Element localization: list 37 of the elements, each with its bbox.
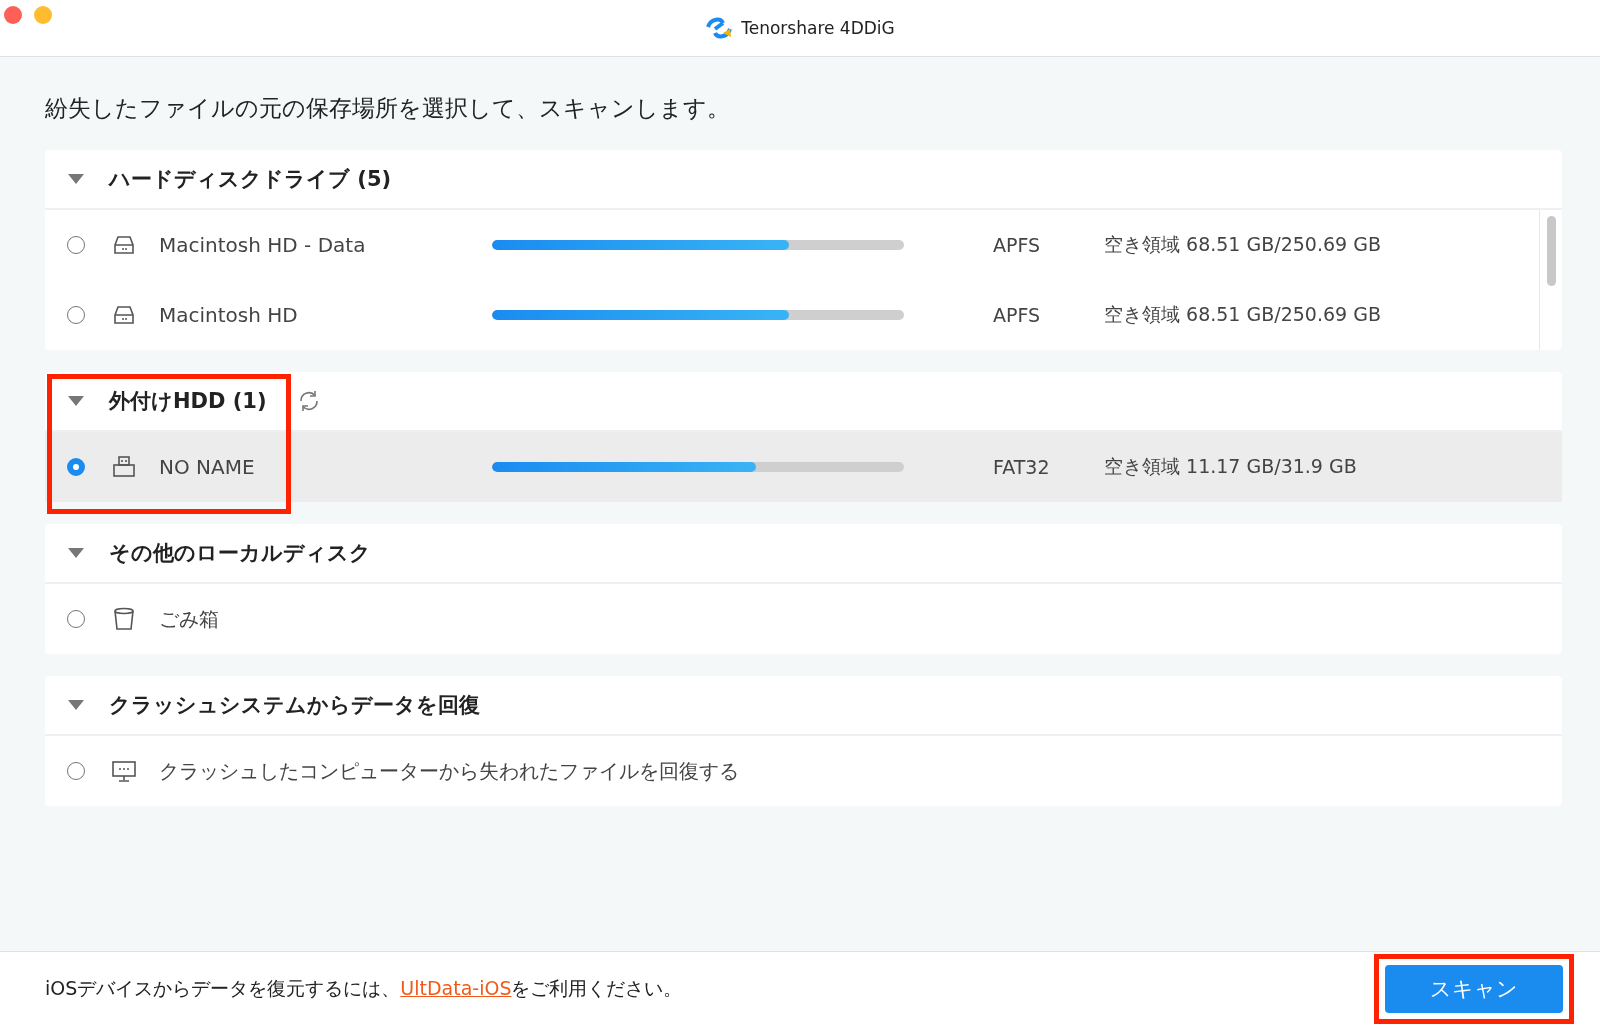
group-title: クラッシュシステムからデータを回復 [109, 692, 480, 719]
app-logo-icon [705, 15, 734, 41]
drive-name: ごみ箱 [159, 605, 220, 633]
filesystem-label: APFS [993, 234, 1042, 256]
radio-button[interactable] [67, 458, 85, 476]
collapse-caret-icon[interactable] [67, 395, 85, 407]
collapse-caret-icon[interactable] [67, 699, 85, 711]
drive-row[interactable]: ごみ箱 [45, 584, 1562, 654]
radio-button[interactable] [67, 236, 85, 254]
group-title: ハードディスクドライブ (5) [109, 166, 392, 193]
usb-drive-icon [111, 454, 137, 480]
group-title: 外付けHDD (1) [109, 388, 267, 415]
group-title: その他のローカルディスク [109, 540, 371, 567]
collapse-caret-icon[interactable] [67, 547, 85, 559]
radio-button[interactable] [67, 610, 85, 628]
filesystem-label: APFS [993, 304, 1042, 326]
trash-icon [111, 606, 137, 632]
drive-name: Macintosh HD [159, 303, 299, 327]
collapse-caret-icon[interactable] [67, 173, 85, 185]
drive-name: クラッシュしたコンピューターから失われたファイルを回復する [159, 757, 739, 785]
drive-name: Macintosh HD - Data [159, 233, 367, 257]
window-title: Tenorshare 4DDiG [741, 18, 895, 38]
drive-row[interactable]: NO NAME FAT32 空き領域 11.17 GB/31.9 GB [45, 432, 1562, 502]
drive-row[interactable]: クラッシュしたコンピューターから失われたファイルを回復する [45, 736, 1562, 806]
drive-row[interactable]: Macintosh HD APFS 空き領域 68.51 GB/250.69 GB [45, 280, 1540, 350]
free-space-label: 空き領域 68.51 GB/250.69 GB [1104, 302, 1381, 327]
free-space-label: 空き領域 68.51 GB/250.69 GB [1104, 232, 1381, 257]
monitor-icon [111, 758, 137, 784]
drive-name: NO NAME [159, 455, 256, 479]
drive-row[interactable]: Macintosh HD - Data APFS 空き領域 68.51 GB/250.69 GB [45, 210, 1540, 280]
close-button[interactable] [4, 6, 22, 24]
radio-button[interactable] [67, 762, 85, 780]
radio-button[interactable] [67, 306, 85, 324]
instruction-heading: 紛失したファイルの元の保存場所を選択して、スキャンします。 [45, 94, 731, 123]
filesystem-label: FAT32 [993, 456, 1051, 478]
free-space-label: 空き領域 11.17 GB/31.9 GB [1104, 454, 1357, 479]
footer-note: iOSデバイスからデータを復元するには、UltData-iOSをご利用ください。 [45, 975, 684, 1001]
